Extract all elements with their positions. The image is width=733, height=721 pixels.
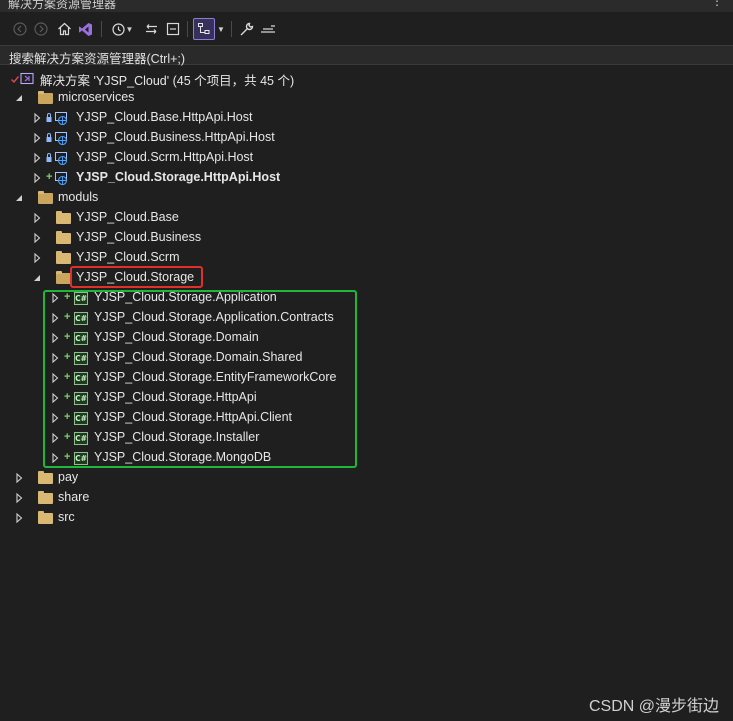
lock-icon bbox=[46, 112, 52, 123]
folder-icon bbox=[38, 471, 53, 484]
tree-folder-node[interactable]: pay bbox=[0, 468, 733, 488]
expand-arrow-icon[interactable] bbox=[14, 472, 24, 484]
lock-icon bbox=[46, 132, 52, 143]
added-plus-icon: + bbox=[46, 171, 53, 183]
solution-label: 解决方案 'YJSP_Cloud' (45 个项目，共 45 个) bbox=[40, 74, 295, 88]
vs-logo-icon bbox=[78, 22, 92, 36]
web-project-icon bbox=[55, 172, 68, 186]
tree-folder-node[interactable]: YJSP_Cloud.Base bbox=[0, 208, 733, 228]
tree-node-label: microservices bbox=[58, 90, 135, 104]
folder-icon bbox=[56, 271, 71, 284]
toolbar: ▼ ▼ bbox=[0, 12, 733, 46]
tree-node-label: share bbox=[58, 490, 90, 504]
tree-node-label: YJSP_Cloud.Storage.HttpApi.Host bbox=[76, 170, 281, 184]
tree-node-label: YJSP_Cloud.Scrm bbox=[76, 250, 180, 264]
expand-arrow-icon[interactable] bbox=[32, 232, 42, 244]
tree-node-label: YJSP_Cloud.Business.HttpApi.Host bbox=[76, 130, 275, 144]
expand-arrow-icon[interactable] bbox=[32, 132, 42, 144]
folder-icon bbox=[38, 491, 53, 504]
highlight-green-box bbox=[43, 290, 357, 468]
tree-node-label: YJSP_Cloud.Scrm.HttpApi.Host bbox=[76, 150, 254, 164]
expand-arrow-icon[interactable] bbox=[32, 252, 42, 264]
tree-node-label: YJSP_Cloud.Base bbox=[76, 210, 179, 224]
expand-arrow-icon[interactable] bbox=[14, 512, 24, 524]
home-button[interactable] bbox=[55, 20, 73, 38]
toolbar-separator bbox=[187, 21, 188, 37]
tree-node-label: YJSP_Cloud.Business bbox=[76, 230, 202, 244]
expanded-arrow-icon[interactable] bbox=[14, 192, 24, 204]
tree-project-node[interactable]: YJSP_Cloud.Base.HttpApi.Host bbox=[0, 108, 733, 128]
collapse-all-button[interactable] bbox=[164, 20, 182, 38]
tree-view-icon bbox=[198, 23, 210, 34]
tree-folder-node[interactable]: microservices bbox=[0, 88, 733, 108]
web-project-icon bbox=[55, 152, 68, 166]
expand-arrow-icon[interactable] bbox=[32, 152, 42, 164]
folder-icon bbox=[56, 231, 71, 244]
expanded-arrow-icon[interactable] bbox=[14, 92, 24, 104]
highlight-red-box bbox=[70, 266, 203, 288]
tree-project-node[interactable]: + YJSP_Cloud.Storage.HttpApi.Host bbox=[0, 168, 733, 188]
collapse-icon bbox=[166, 22, 180, 36]
expand-arrow-icon[interactable] bbox=[14, 492, 24, 504]
solution-icon bbox=[20, 72, 34, 85]
tree-folder-node[interactable]: src bbox=[0, 508, 733, 528]
lock-icon bbox=[46, 152, 52, 163]
tree-node-label: moduls bbox=[58, 190, 99, 204]
check-icon bbox=[11, 76, 20, 84]
tree-folder-node[interactable]: YJSP_Cloud.Scrm bbox=[0, 248, 733, 268]
forward-icon bbox=[34, 22, 48, 36]
expand-arrow-icon[interactable] bbox=[32, 112, 42, 124]
tree-folder-node[interactable]: share bbox=[0, 488, 733, 508]
more-options-icon[interactable]: ⋮ bbox=[711, 0, 723, 8]
window-title: 解决方案资源管理器 bbox=[8, 0, 117, 11]
sync-button[interactable] bbox=[142, 20, 160, 38]
watermark: CSDN @漫步街边 bbox=[588, 698, 719, 715]
folder-icon bbox=[38, 511, 53, 524]
forward-button[interactable] bbox=[33, 20, 49, 38]
tree-project-node[interactable]: YJSP_Cloud.Scrm.HttpApi.Host bbox=[0, 148, 733, 168]
title-bar: 解决方案资源管理器 ⋮ bbox=[0, 0, 733, 12]
chevron-down-icon: ▼ bbox=[125, 24, 134, 34]
preview-button[interactable] bbox=[259, 20, 277, 38]
properties-button[interactable] bbox=[237, 20, 255, 38]
web-project-icon bbox=[55, 112, 68, 126]
wrench-icon bbox=[240, 22, 253, 35]
sync-icon bbox=[145, 24, 157, 34]
back-button[interactable] bbox=[12, 20, 28, 38]
show-all-files-dropdown[interactable]: ▼ bbox=[217, 20, 225, 38]
solution-node[interactable]: 解决方案 'YJSP_Cloud' (45 个项目，共 45 个) bbox=[0, 68, 733, 88]
chevron-down-icon: ▼ bbox=[217, 24, 225, 34]
folder-icon bbox=[38, 91, 53, 104]
expand-arrow-icon[interactable] bbox=[32, 172, 42, 184]
search-input[interactable]: 搜索解决方案资源管理器(Ctrl+;) bbox=[0, 45, 733, 66]
preview-icon bbox=[261, 25, 275, 33]
folder-icon bbox=[56, 211, 71, 224]
tree-node-label: src bbox=[58, 510, 75, 524]
tree-folder-node[interactable]: YJSP_Cloud.Business bbox=[0, 228, 733, 248]
history-icon bbox=[111, 22, 125, 36]
back-icon bbox=[13, 22, 27, 36]
tree-project-node[interactable]: YJSP_Cloud.Business.HttpApi.Host bbox=[0, 128, 733, 148]
toolbar-separator bbox=[231, 21, 232, 37]
folder-icon bbox=[38, 191, 53, 204]
home-icon bbox=[57, 22, 71, 36]
folder-icon bbox=[56, 251, 71, 264]
vs-switch-views-button[interactable] bbox=[76, 20, 94, 38]
show-all-files-icon-wrap bbox=[196, 20, 212, 38]
expanded-arrow-icon[interactable] bbox=[32, 272, 42, 284]
pending-changes-button[interactable]: ▼ bbox=[108, 20, 136, 38]
expand-arrow-icon[interactable] bbox=[32, 212, 42, 224]
tree-node-label: pay bbox=[58, 470, 79, 484]
toolbar-separator bbox=[101, 21, 102, 37]
web-project-icon bbox=[55, 132, 68, 146]
tree-node-label: YJSP_Cloud.Base.HttpApi.Host bbox=[76, 110, 253, 124]
search-placeholder: 搜索解决方案资源管理器(Ctrl+;) bbox=[9, 52, 186, 66]
tree-folder-node[interactable]: moduls bbox=[0, 188, 733, 208]
